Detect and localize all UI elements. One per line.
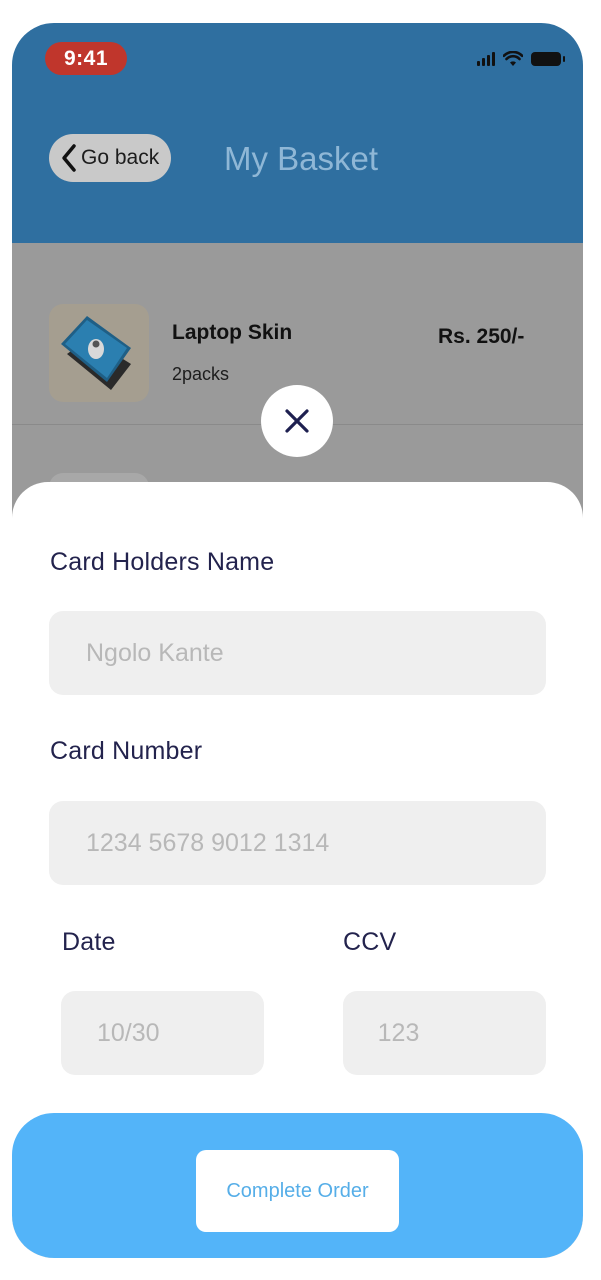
chevron-left-icon — [62, 144, 76, 172]
laptop-image — [61, 316, 131, 390]
ccv-label: CCV — [343, 928, 397, 956]
close-modal-button[interactable] — [261, 385, 333, 457]
item-price: Rs. 250/- — [438, 325, 525, 348]
ccv-input[interactable] — [343, 991, 546, 1075]
go-back-label: Go back — [81, 146, 160, 169]
go-back-button[interactable]: Go back — [49, 134, 171, 182]
phone-screen: 9:41 Go back My Basket Laptop Skin 2pack… — [12, 23, 583, 1258]
item-thumbnail — [49, 304, 149, 402]
order-bar: Complete Order — [12, 1113, 583, 1258]
signal-icon — [477, 52, 495, 66]
close-icon — [285, 409, 309, 433]
status-icons — [477, 49, 565, 69]
card-number-label: Card Number — [50, 737, 203, 765]
complete-order-button[interactable]: Complete Order — [196, 1150, 399, 1232]
date-input[interactable] — [61, 991, 264, 1075]
battery-icon — [531, 52, 565, 66]
date-label: Date — [62, 928, 116, 956]
card-holder-label: Card Holders Name — [50, 548, 275, 576]
status-time: 9:41 — [45, 42, 127, 75]
item-name: Laptop Skin — [172, 321, 293, 344]
page-title: My Basket — [224, 140, 379, 177]
payment-sheet: Card Holders Name Card Number Date CCV C… — [12, 482, 583, 1258]
card-number-input[interactable] — [49, 801, 546, 885]
wifi-icon — [503, 51, 523, 66]
item-quantity: 2packs — [172, 364, 230, 384]
card-holder-input[interactable] — [49, 611, 546, 695]
